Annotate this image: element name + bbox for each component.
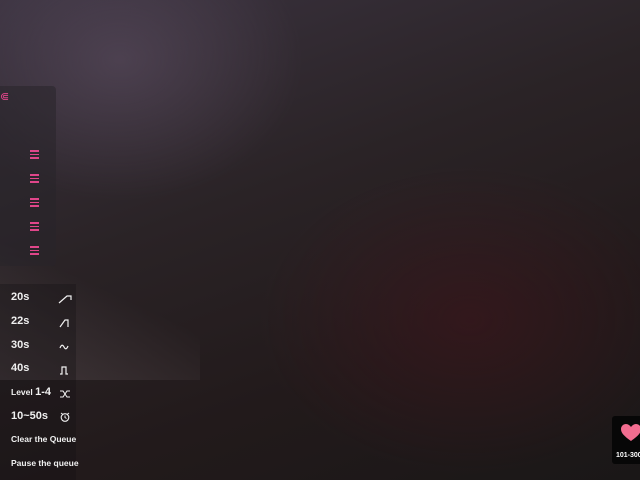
menu-icon[interactable] [30,222,40,232]
preset-40s[interactable]: 40s [11,362,29,374]
ramp-up-icon [58,293,72,305]
tip-range: 101-300 [616,452,640,459]
menu-icon[interactable] [30,174,40,184]
clear-queue-button[interactable]: Clear the Queue [11,434,76,444]
pulse-icon [58,364,72,376]
shuffle-icon [58,388,72,400]
preset-20s[interactable]: 20s [11,291,29,303]
alarm-icon [58,411,72,423]
preset-panel [0,284,76,480]
heart-icon [620,422,640,444]
preset-22s[interactable]: 22s [11,315,29,327]
wave-icon [58,341,72,353]
pause-queue-button[interactable]: Pause the queue [11,458,79,468]
level-value: 1-4 [35,386,52,398]
preset-random[interactable]: 10~50s [11,410,48,422]
step-up-icon [58,317,72,329]
level-prefix: Level [11,387,36,397]
preset-30s[interactable]: 30s [11,339,29,351]
menu-icon[interactable] [30,150,40,160]
preset-level[interactable]: Level 1-4 [11,386,51,398]
side-menu [0,86,56,266]
logo-icon[interactable]: ⋐ [0,92,9,103]
menu-icon[interactable] [30,246,40,256]
menu-icon[interactable] [30,198,40,208]
